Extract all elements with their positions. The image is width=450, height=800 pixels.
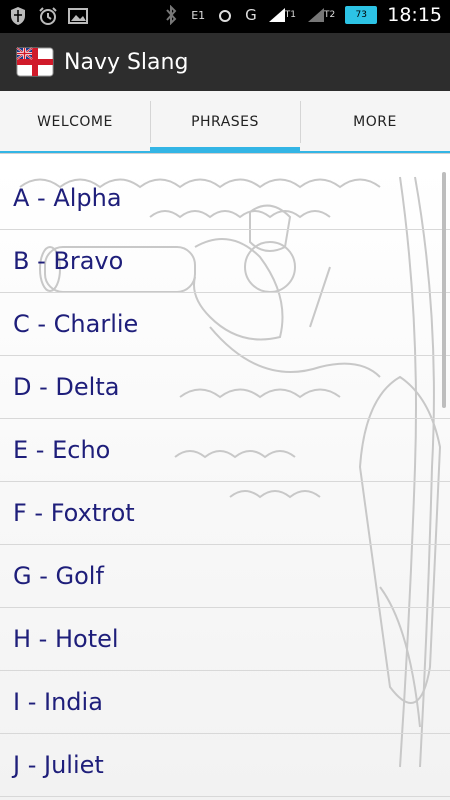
status-bar: E1 G T1 T2 73 18:15 [0,0,450,33]
gallery-icon [68,6,88,26]
tab-welcome[interactable]: WELCOME [0,91,150,153]
phrase-list[interactable]: A - Alpha B - Bravo C - Charlie D - Delt… [0,167,450,800]
list-item[interactable]: E - Echo [0,419,450,482]
tab-more-indicator [300,151,450,153]
bluetooth-icon [161,5,181,25]
list-item[interactable]: G - Golf [0,545,450,608]
alarm-small-icon [215,5,235,25]
list-item[interactable]: H - Hotel [0,608,450,671]
signal-icon-2 [306,5,326,25]
list-item[interactable]: B - Bravo [0,230,450,293]
app-title: Navy Slang [64,49,189,75]
list-item[interactable]: I - India [0,671,450,734]
sim-label-1: T1 [284,10,296,20]
battery-icon: 73 [345,6,378,24]
tab-phrases-label: PHRASES [191,114,259,130]
network-type-g: G [245,6,257,24]
list-item-label: D - Delta [13,373,120,401]
list-item[interactable]: A - Alpha [0,167,450,230]
status-time: 18:15 [387,4,442,26]
list-item-label: B - Bravo [13,247,124,275]
tab-more[interactable]: MORE [300,91,450,153]
list-item-label: F - Foxtrot [13,499,135,527]
tab-phrases-indicator [150,147,300,153]
tab-more-label: MORE [353,114,397,130]
tab-welcome-indicator [0,151,150,153]
list-item[interactable]: C - Charlie [0,293,450,356]
network-type-e: E1 [191,8,206,22]
list-item[interactable]: D - Delta [0,356,450,419]
list-scrollbar[interactable] [442,172,446,408]
list-item-label: C - Charlie [13,310,139,338]
app-flag-icon[interactable] [16,46,54,78]
tab-welcome-label: WELCOME [37,114,113,130]
signal-icon-1 [267,5,287,25]
alarm-icon [38,6,58,26]
list-item-label: A - Alpha [13,184,122,212]
list-item-label: J - Juliet [13,751,104,779]
list-item-label: G - Golf [13,562,104,590]
tab-bar: WELCOME PHRASES MORE [0,91,450,154]
list-item[interactable]: F - Foxtrot [0,482,450,545]
list-item[interactable]: J - Juliet [0,734,450,797]
battery-level: 73 [355,10,367,20]
list-item-label: H - Hotel [13,625,119,653]
list-item-label: E - Echo [13,436,111,464]
action-bar: Navy Slang [0,33,450,91]
tab-phrases[interactable]: PHRASES [150,91,300,153]
shield-icon [8,6,28,26]
list-item-label: I - India [13,688,103,716]
sim-label-2: T2 [324,10,336,20]
